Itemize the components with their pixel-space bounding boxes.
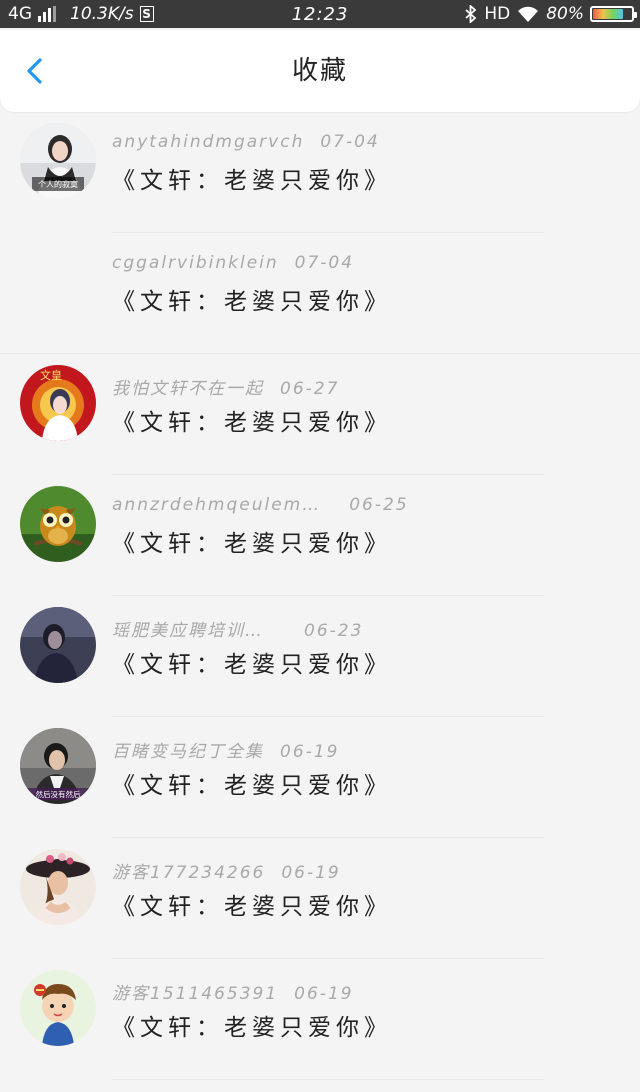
list-item[interactable]: annzrdehmqeulem… 06-25 《文轩：老婆只爱你》: [0, 475, 640, 596]
status-bar: 4G 10.3K/s S 12:23 HD 80%: [0, 0, 640, 28]
comment-date: 07-04: [294, 253, 355, 273]
username[interactable]: cggalrvibinklein: [112, 253, 279, 273]
battery-icon: [590, 6, 637, 22]
page-title: 收藏: [291, 56, 348, 86]
list-item[interactable]: 文皇 我怕文轩不在一起 06-27 《文轩：老婆只爱你》: [0, 354, 640, 475]
list-item[interactable]: 个人的寂寞 anytahindmgarvch 07-04 《文轩：老婆只爱你》: [0, 112, 640, 233]
comment-date: 07-04: [320, 132, 380, 152]
comment-date: 06-27: [280, 379, 340, 399]
comment-text[interactable]: 《文轩：老婆只爱你》: [112, 161, 392, 195]
status-time: 12:23: [291, 3, 349, 25]
comment-text[interactable]: 《文轩：老婆只爱你》: [112, 403, 392, 437]
list-item[interactable]: 瑶肥美应聘培训… 06-23 《文轩：老婆只爱你》: [0, 596, 640, 717]
avatar[interactable]: [20, 607, 96, 683]
wifi-icon: [518, 6, 539, 22]
comment-date: 06-25: [349, 495, 409, 515]
username[interactable]: 游客177234266: [112, 863, 265, 883]
bluetooth-icon: [465, 5, 477, 23]
battery-percent: 80%: [546, 4, 584, 24]
comment-meta: 百睹变马纪丁全集 06-19: [112, 737, 339, 762]
avatar[interactable]: [20, 970, 96, 1046]
favorites-list: 个人的寂寞 anytahindmgarvch 07-04 《文轩：老婆只爱你》 c…: [0, 112, 640, 1080]
username[interactable]: 我怕文轩不在一起: [112, 379, 264, 399]
comment-date: 06-23: [304, 621, 364, 641]
comment-meta: 瑶肥美应聘培训… 06-23: [112, 616, 363, 641]
list-item[interactable]: 然后没有然后 百睹变马纪丁全集 06-19 《文轩：老婆只爱你》: [0, 717, 640, 838]
comment-meta: anytahindmgarvch 07-04: [112, 132, 380, 152]
username[interactable]: 游客1511465391: [112, 984, 278, 1004]
avatar[interactable]: [20, 486, 96, 562]
avatar-caption: 个人的寂寞: [38, 179, 78, 189]
avatar-caption: 文皇: [40, 368, 62, 382]
comment-text[interactable]: 《文轩：老婆只爱你》: [112, 524, 392, 558]
comment-text[interactable]: 《文轩：老婆只爱你》: [112, 1008, 392, 1042]
comment-meta: annzrdehmqeulem… 06-25: [112, 495, 409, 515]
username[interactable]: 百睹变马纪丁全集: [112, 742, 264, 762]
divider: [112, 1079, 544, 1080]
comment-date: 06-19: [281, 863, 341, 883]
comment-text[interactable]: 《文轩：老婆只爱你》: [112, 282, 392, 316]
header-bar: 收藏: [0, 30, 640, 112]
comment-meta: 游客1511465391 06-19: [112, 979, 354, 1004]
avatar[interactable]: 然后没有然后: [20, 728, 96, 804]
comment-text[interactable]: 《文轩：老婆只爱你》: [112, 645, 392, 679]
hd-label: HD: [484, 4, 511, 24]
comment-date: 06-19: [280, 742, 340, 762]
comment-text[interactable]: 《文轩：老婆只爱你》: [112, 766, 392, 800]
list-item[interactable]: cggalrvibinklein 07-04 《文轩：老婆只爱你》: [0, 233, 640, 354]
avatar-caption: 然后没有然后: [36, 789, 81, 799]
avatar[interactable]: [20, 849, 96, 925]
username[interactable]: annzrdehmqeulem…: [112, 495, 321, 515]
comment-date: 06-19: [294, 984, 354, 1004]
avatar[interactable]: 文皇: [20, 365, 96, 441]
comment-meta: 游客177234266 06-19: [112, 858, 341, 883]
avatar[interactable]: 个人的寂寞: [20, 123, 96, 199]
username[interactable]: anytahindmgarvch: [112, 132, 304, 152]
list-item[interactable]: 游客177234266 06-19 《文轩：老婆只爱你》: [0, 838, 640, 959]
comment-meta: cggalrvibinklein 07-04: [112, 253, 354, 273]
username[interactable]: 瑶肥美应聘培训…: [112, 621, 264, 641]
comment-text[interactable]: 《文轩：老婆只爱你》: [112, 887, 392, 921]
list-item[interactable]: 游客1511465391 06-19 《文轩：老婆只爱你》: [0, 959, 640, 1080]
comment-meta: 我怕文轩不在一起 06-27: [112, 374, 339, 399]
